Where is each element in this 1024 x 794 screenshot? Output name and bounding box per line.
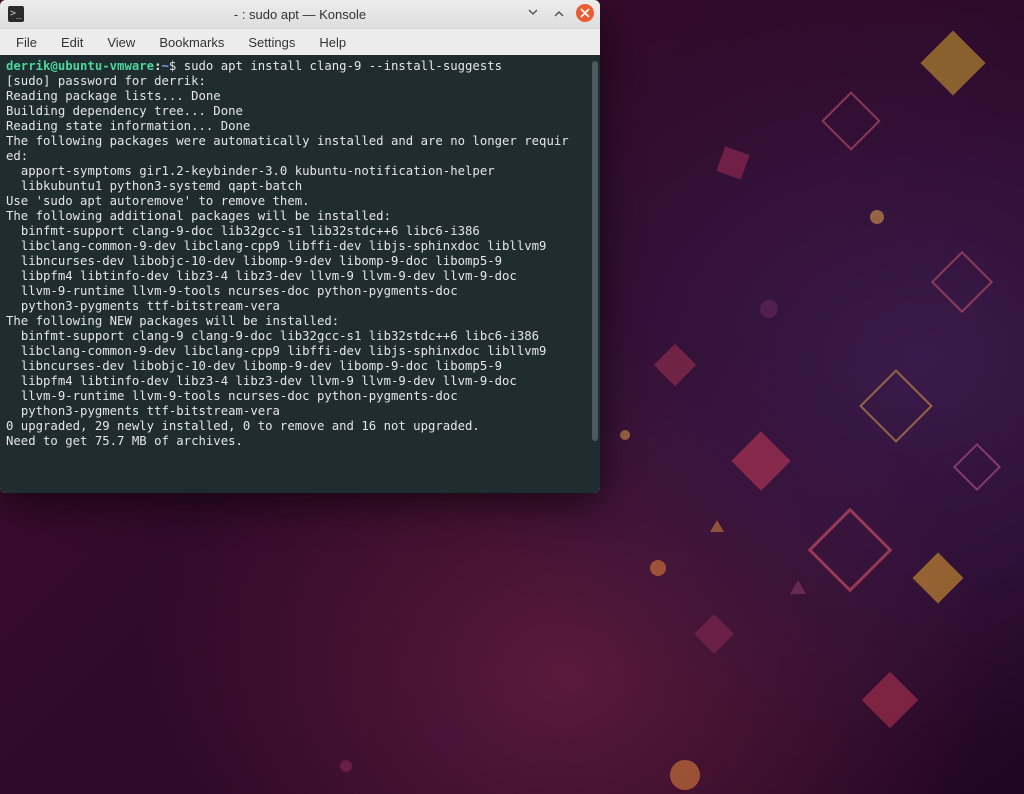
- menu-bookmarks[interactable]: Bookmarks: [147, 32, 236, 53]
- decorative-shape: [821, 91, 880, 150]
- decorative-shape: [620, 430, 630, 440]
- menu-help[interactable]: Help: [307, 32, 358, 53]
- terminal-output[interactable]: derrik@ubuntu-vmware:~$ sudo apt install…: [0, 55, 600, 493]
- window-title: - : sudo apt — Konsole: [0, 7, 600, 22]
- decorative-shape: [650, 560, 666, 576]
- menu-view[interactable]: View: [95, 32, 147, 53]
- terminal-scrollbar[interactable]: [592, 61, 598, 441]
- decorative-shape: [920, 30, 985, 95]
- decorative-shape: [710, 520, 724, 532]
- menu-bar: File Edit View Bookmarks Settings Help: [0, 28, 600, 55]
- decorative-shape: [716, 146, 749, 179]
- decorative-shape: [862, 672, 919, 729]
- decorative-shape: [760, 300, 778, 318]
- decorative-shape: [423, 713, 471, 761]
- menu-edit[interactable]: Edit: [49, 32, 95, 53]
- window-titlebar[interactable]: >_ - : sudo apt — Konsole: [0, 0, 600, 28]
- decorative-shape: [654, 344, 696, 386]
- decorative-shape: [340, 760, 352, 772]
- decorative-shape: [859, 369, 933, 443]
- maximize-button[interactable]: [550, 4, 568, 22]
- close-button[interactable]: [576, 4, 594, 22]
- decorative-shape: [560, 670, 584, 694]
- decorative-shape: [953, 443, 1001, 491]
- decorative-shape: [731, 431, 790, 490]
- menu-file[interactable]: File: [4, 32, 49, 53]
- decorative-shape: [694, 614, 734, 654]
- decorative-shape: [808, 508, 893, 593]
- decorative-shape: [870, 210, 884, 224]
- konsole-window: >_ - : sudo apt — Konsole File Edit View…: [0, 0, 600, 493]
- minimize-button[interactable]: [524, 4, 542, 22]
- decorative-shape: [913, 553, 964, 604]
- menu-settings[interactable]: Settings: [236, 32, 307, 53]
- konsole-icon: >_: [8, 6, 24, 22]
- decorative-shape: [931, 251, 993, 313]
- decorative-shape: [670, 760, 700, 790]
- decorative-shape: [790, 580, 806, 594]
- desktop-wallpaper: >_ - : sudo apt — Konsole File Edit View…: [0, 0, 1024, 794]
